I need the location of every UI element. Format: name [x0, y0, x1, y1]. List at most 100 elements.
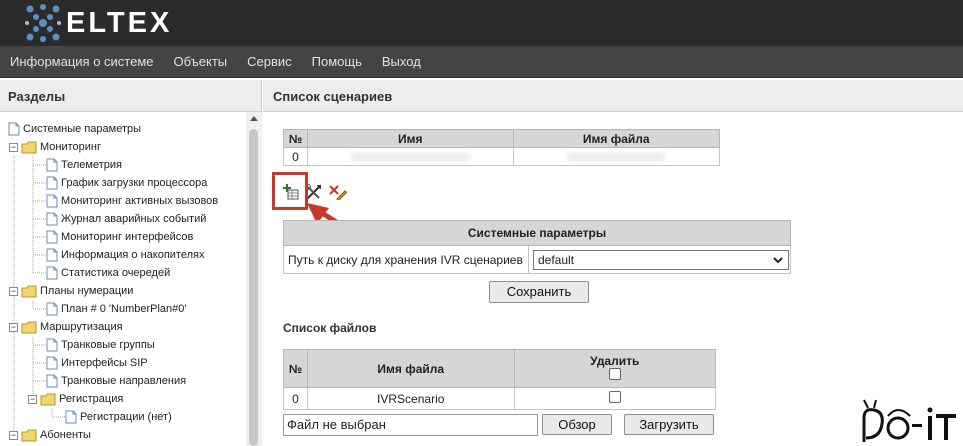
collapse-icon[interactable]: − [9, 142, 18, 152]
tree-item-active-calls[interactable]: Мониторинг активных вызовов [46, 192, 218, 210]
tree-item-label: Планы нумерации [40, 285, 134, 297]
tree-item-trunk-directions[interactable]: Транковые направления [46, 372, 186, 390]
document-icon [46, 158, 58, 172]
document-icon [46, 356, 58, 370]
tree-item-numberplan-0[interactable]: План # 0 'NumberPlan#0' [46, 300, 187, 318]
collapse-icon[interactable]: − [28, 394, 37, 404]
collapse-icon[interactable]: − [9, 322, 18, 332]
tree-item-label: Телеметрия [61, 159, 122, 171]
tree-item-label: Мониторинг активных вызовов [61, 195, 219, 207]
tree-item-label: Информация о накопителях [61, 249, 205, 261]
files-table: № Имя файла Удалить 0 IVRScenario [283, 349, 716, 410]
file-name: IVRScenario [306, 387, 515, 410]
system-params-title: Системные параметры [283, 220, 791, 246]
scenario-num: 0 [283, 147, 308, 166]
document-icon [46, 176, 58, 190]
scroll-up-arrow-icon[interactable] [250, 116, 258, 121]
menu-system-info[interactable]: Информация о системе [0, 46, 164, 78]
main-header: Список сценариев [263, 80, 963, 112]
delete-scenario-icon[interactable] [329, 184, 347, 200]
tree-item-trunk-groups[interactable]: Транковые группы [46, 336, 155, 354]
document-icon [46, 266, 58, 280]
watermark-logo [858, 398, 963, 446]
collapse-icon[interactable]: − [9, 430, 18, 440]
tree-folder-registration[interactable]: − Регистрация [28, 390, 123, 408]
sidebar-tree: Системные параметры − Мониторинг Телемет… [0, 112, 262, 446]
ivr-path-select[interactable]: default [533, 250, 789, 270]
document-icon [46, 212, 58, 226]
col-header-name: Имя [306, 129, 514, 148]
scenarios-table: № Имя Имя файла 0 [283, 129, 721, 166]
tree-item-label: Статистика очередей [61, 267, 171, 279]
sidebar-header: Разделы [0, 80, 262, 112]
tree-item-label: Регистрация [59, 393, 124, 405]
browse-button[interactable]: Обзор [542, 414, 612, 435]
folder-icon [21, 321, 37, 333]
file-input[interactable]: Файл не выбран [283, 414, 538, 436]
document-icon [46, 230, 58, 244]
tree-item-system-params[interactable]: Системные параметры [8, 120, 141, 138]
col-header-delete: Удалить [513, 349, 716, 388]
sidebar-title: Разделы [8, 89, 66, 104]
tree-item-label: Транковые группы [61, 339, 155, 351]
scenario-file-redacted [512, 147, 721, 166]
document-icon [65, 410, 77, 424]
tree-item-label: Интерфейсы SIP [61, 357, 148, 369]
tree-item-label: Транковые направления [61, 375, 187, 387]
tree-item-label: Системные параметры [23, 123, 142, 135]
delete-file-checkbox[interactable] [608, 391, 621, 403]
save-button[interactable]: Сохранить [489, 281, 589, 303]
tree-item-storage-info[interactable]: Информация о накопителях [46, 246, 204, 264]
eltex-logo: ELTEX [24, 2, 172, 44]
document-icon [46, 374, 58, 388]
table-row: 0 IVRScenario [283, 387, 716, 410]
sidebar-scrollbar[interactable] [246, 112, 262, 446]
ivr-path-value: default [538, 253, 575, 267]
tree-item-label: Регистрации (нет) [80, 411, 172, 423]
tree-item-label: График загрузки процессора [61, 177, 208, 189]
upload-button[interactable]: Загрузить [624, 414, 714, 435]
tree-item-label: Мониторинг интерфейсов [61, 231, 194, 243]
top-header: ELTEX [0, 0, 963, 46]
document-icon [8, 122, 20, 136]
menu-service[interactable]: Сервис [237, 46, 302, 78]
brand-name: ELTEX [66, 6, 173, 39]
menu-help[interactable]: Помощь [302, 46, 372, 78]
collapse-icon[interactable]: − [9, 286, 18, 296]
tree-item-cpu-graph[interactable]: График загрузки процессора [46, 174, 207, 192]
tree-item-label: Абоненты [40, 429, 91, 441]
table-row[interactable]: 0 [283, 147, 721, 166]
folder-icon [40, 393, 56, 405]
main-content: № Имя Имя файла 0 Системные параметры Пу… [263, 112, 963, 446]
tree-item-alarm-log[interactable]: Журнал аварийных событий [46, 210, 206, 228]
file-num: 0 [283, 387, 308, 410]
delete-header-label: Удалить [590, 354, 640, 368]
tree-item-sip-interfaces[interactable]: Интерфейсы SIP [46, 354, 148, 372]
tree-folder-numbering-plans[interactable]: − Планы нумерации [9, 282, 133, 300]
tree-item-label: Журнал аварийных событий [61, 213, 207, 225]
col-header-num: № [283, 349, 308, 388]
scenario-name-redacted[interactable] [306, 147, 514, 166]
scroll-thumb[interactable] [249, 129, 258, 446]
folder-icon [21, 285, 37, 297]
select-all-delete-checkbox[interactable] [608, 368, 621, 380]
tree-item-interface-monitoring[interactable]: Мониторинг интерфейсов [46, 228, 193, 246]
tree-folder-routing[interactable]: − Маршрутизация [9, 318, 123, 336]
document-icon [46, 194, 58, 208]
tree-item-label: Маршрутизация [40, 321, 123, 333]
ivr-path-label: Путь к диску для хранения IVR сценариев [283, 245, 529, 274]
menu-exit[interactable]: Выход [372, 46, 431, 78]
menu-objects[interactable]: Объекты [164, 46, 238, 78]
chevron-down-icon [773, 257, 783, 264]
tree-item-telemetry[interactable]: Телеметрия [46, 156, 122, 174]
tree-item-registrations[interactable]: Регистрации (нет) [65, 408, 172, 426]
delete-cell [513, 387, 716, 410]
col-header-num: № [283, 129, 308, 148]
tree-folder-monitoring[interactable]: − Мониторинг [9, 138, 101, 156]
document-icon [46, 248, 58, 262]
tree-folder-subscribers[interactable]: − Абоненты [9, 426, 91, 444]
eltex-logo-icon [25, 4, 61, 42]
main-menu: Информация о системе Объекты Сервис Помо… [0, 46, 963, 78]
tree-item-queue-stats[interactable]: Статистика очередей [46, 264, 170, 282]
file-list-title: Список файлов [283, 321, 377, 335]
